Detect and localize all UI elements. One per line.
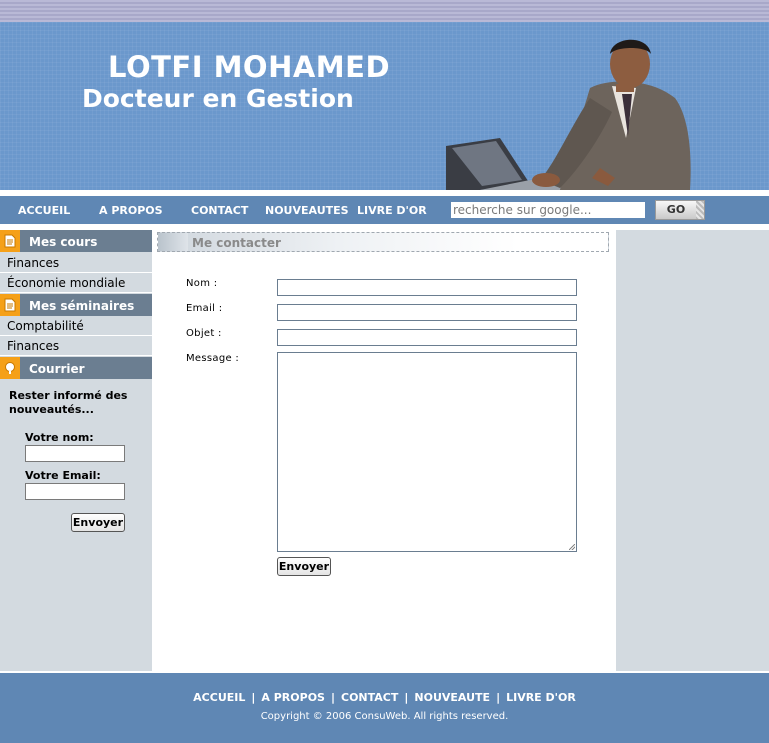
newsletter-submit-button[interactable]: Envoyer: [71, 513, 125, 532]
sidebar-item-finances-seminaire[interactable]: Finances: [0, 336, 152, 356]
sidebar-item-label: Finances: [7, 339, 60, 353]
footer-separator: |: [496, 691, 501, 704]
nav-link-nouveautes[interactable]: NOUVEAUTES: [265, 204, 349, 217]
message-label: Message :: [186, 353, 240, 364]
sidebar-header-mes-cours: Mes cours: [0, 230, 152, 252]
footer-link-livre-dor[interactable]: LIVRE D'OR: [506, 691, 576, 704]
newsletter-email-label: Votre Email:: [25, 469, 101, 482]
newsletter-email-input[interactable]: [25, 483, 125, 500]
portrait-photo: [446, 39, 691, 190]
sidebar-header-mes-seminaires: Mes séminaires: [0, 294, 152, 316]
sidebar-item-finances[interactable]: Finances: [0, 253, 152, 273]
email-input[interactable]: [277, 304, 577, 321]
sidebar-item-label: Comptabilité: [7, 319, 84, 333]
sidebar-item-economie-mondiale[interactable]: Économie mondiale: [0, 273, 152, 293]
search-go-label: GO: [666, 203, 686, 216]
top-stripe: [0, 0, 769, 22]
footer: ACCUEIL | A PROPOS | CONTACT | NOUVEAUTE | LIVRE…: [0, 673, 769, 743]
nom-input[interactable]: [277, 279, 577, 296]
message-textarea[interactable]: [277, 352, 577, 552]
document-icon: [0, 294, 20, 316]
nom-label: Nom :: [186, 278, 218, 289]
sidebar-header-label: Mes séminaires: [29, 299, 135, 313]
site-owner-name: LOTFI MOHAMED: [108, 50, 391, 84]
objet-input[interactable]: [277, 329, 577, 346]
sidebar-item-label: Économie mondiale: [7, 276, 126, 290]
copyright-text: Copyright © 2006 ConsuWeb. All rights re…: [260, 711, 509, 722]
footer-link-nouveaute[interactable]: NOUVEAUTE: [414, 691, 490, 704]
title-decoration: [158, 233, 188, 251]
mail-icon: [0, 357, 20, 379]
nav-link-livre-dor[interactable]: LIVRE D'OR: [357, 204, 427, 217]
nav-link-a-propos[interactable]: A PROPOS: [99, 204, 163, 217]
newsletter-name-label: Votre nom:: [25, 431, 94, 444]
nav-link-contact[interactable]: CONTACT: [191, 204, 248, 217]
footer-nav: ACCUEIL | A PROPOS | CONTACT | NOUVEAUTE | LIVRE…: [0, 691, 769, 704]
footer-link-a-propos[interactable]: A PROPOS: [261, 691, 325, 704]
footer-separator: |: [251, 691, 256, 704]
footer-separator: |: [330, 691, 335, 704]
sidebar-header-courrier: Courrier: [0, 357, 152, 379]
contact-submit-button[interactable]: Envoyer: [277, 557, 331, 576]
sidebar-header-label: Courrier: [29, 362, 85, 376]
objet-label: Objet :: [186, 328, 222, 339]
right-column: [616, 230, 769, 671]
nav-link-accueil[interactable]: ACCUEIL: [18, 204, 70, 217]
footer-link-accueil[interactable]: ACCUEIL: [193, 691, 245, 704]
newsletter-name-input[interactable]: [25, 445, 125, 462]
document-icon: [0, 230, 20, 252]
sidebar-header-label: Mes cours: [29, 235, 98, 249]
main-content: Me contacter Nom : Email : Objet : Messa…: [152, 230, 616, 671]
footer-separator: |: [404, 691, 409, 704]
email-label: Email :: [186, 303, 223, 314]
page-title: Me contacter: [192, 236, 281, 250]
header-banner: LOTFI MOHAMED Docteur en Gestion: [0, 22, 769, 190]
resize-grip-icon[interactable]: [569, 544, 575, 550]
sidebar-item-label: Finances: [7, 256, 60, 270]
sidebar-item-comptabilite[interactable]: Comptabilité: [0, 316, 152, 336]
search-go-button[interactable]: GO: [655, 200, 705, 220]
content-title-bar: Me contacter: [157, 232, 609, 252]
google-search-input[interactable]: recherche sur google...: [451, 202, 645, 218]
footer-link-contact[interactable]: CONTACT: [341, 691, 398, 704]
site-subtitle: Docteur en Gestion: [82, 84, 354, 113]
main-nav: ACCUEIL A PROPOS CONTACT NOUVEAUTES LIVR…: [0, 196, 769, 224]
newsletter-intro: Rester informé des nouveautés...: [9, 389, 128, 416]
